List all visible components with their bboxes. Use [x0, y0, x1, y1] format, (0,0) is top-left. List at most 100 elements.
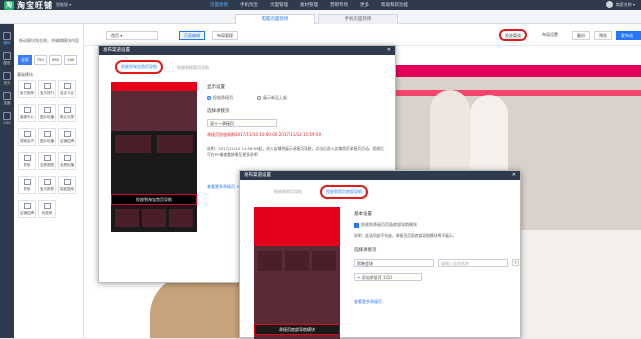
description-text: 说明：2017/11/10 11:59:59起，进入店铺将展示承接页导航，点击后…: [207, 146, 384, 157]
tab-mobile-decoration[interactable]: 手机页面装修: [318, 14, 398, 24]
tab-search-nav[interactable]: 投放到搜索页导航: [177, 65, 209, 71]
module-tile[interactable]: 搜索店内: [18, 128, 36, 146]
nav-mobile[interactable]: 手机淘宝: [240, 2, 258, 8]
avatar: [605, 1, 613, 8]
module-tile[interactable]: 自定义区: [58, 80, 76, 98]
page-edit-button[interactable]: 页面编辑: [179, 31, 205, 40]
phone-thumb: [285, 251, 309, 271]
tab-home-nav[interactable]: 投放到首页导航: [274, 189, 302, 195]
nav-marketing[interactable]: 营销专场: [330, 2, 348, 8]
module-tile[interactable]: 优惠券: [38, 200, 56, 218]
nav-material[interactable]: 素材管理: [300, 2, 318, 8]
nav-page-manage[interactable]: 页面管理: [270, 2, 288, 8]
select-landing-label: 选择承接页: [354, 248, 377, 253]
phone-thumb: [115, 209, 139, 227]
nav-more[interactable]: 更多: [360, 2, 369, 8]
module-tile[interactable]: 宝贝排行: [38, 80, 56, 98]
phone-banner: [254, 216, 340, 246]
module-icon: [63, 179, 71, 185]
layout-manage-button[interactable]: 布局管理: [212, 31, 238, 40]
landing-page-select[interactable]: 双十一承接页: [207, 119, 277, 127]
add-landing-button[interactable]: + 添加承接页 1/10: [354, 273, 422, 281]
phone-banner: [111, 91, 197, 131]
module-tile[interactable]: 默认分类: [58, 104, 76, 122]
phone-preview: 承接页底部导航模块: [254, 207, 340, 339]
header-icon: [3, 72, 11, 80]
module-tile[interactable]: 宝贝推荐: [18, 80, 36, 98]
radio-new-arrivals[interactable]: 展示新品上架: [257, 95, 287, 101]
phone-header: [111, 82, 197, 91]
module-tile[interactable]: 导航: [18, 152, 36, 170]
phone-thumb: [142, 209, 166, 227]
module-tile[interactable]: 导航: [18, 176, 36, 194]
rail-css[interactable]: CSS: [2, 112, 12, 125]
size-190[interactable]: 190: [64, 55, 78, 65]
layout-setting-button[interactable]: 布局设置: [538, 31, 562, 40]
bottom-nav-checkbox[interactable]: 投放到承接页页面底部导航模块: [354, 222, 417, 228]
backup-button[interactable]: 备份: [572, 31, 590, 40]
page-select[interactable]: 首页 ▾: [106, 31, 158, 40]
venue-name-input[interactable]: 请输入会场名称: [438, 259, 508, 267]
module-tile[interactable]: 智能搜索: [58, 176, 76, 194]
app-logo[interactable]: 淘 淘宝旺铺 智能版 ▾: [4, 0, 71, 10]
module-tile[interactable]: 全屏轮播: [58, 152, 76, 170]
rail-modules[interactable]: 模块: [2, 32, 12, 46]
tab-home-nav[interactable]: 投放到淘宝首页导航: [115, 60, 163, 74]
module-tile[interactable]: 店铺招牌: [58, 128, 76, 146]
module-tile[interactable]: 图片轮播: [38, 104, 56, 122]
module-tile[interactable]: 图片轮播: [38, 128, 56, 146]
venue-select[interactable]: 男装会场: [354, 259, 434, 267]
publish-button[interactable]: 发布站点: [616, 31, 641, 46]
size-990[interactable]: 990: [48, 55, 63, 65]
phone-header: [254, 207, 340, 216]
module-icon: [63, 131, 71, 137]
nav-page-decoration[interactable]: 页面装修: [210, 2, 228, 8]
module-tile[interactable]: 店铺招牌: [18, 200, 36, 218]
banner-pink-bar: [395, 65, 641, 77]
nav-help[interactable]: 帮助和新功能: [381, 2, 408, 8]
checkbox-icon: [354, 222, 359, 228]
grid-icon: [3, 32, 11, 40]
module-tiles: 宝贝推荐 宝贝排行 自定义区 客服中心 图片轮播 默认分类 搜索店内 图片轮播 …: [18, 80, 80, 218]
rail-header[interactable]: 页头: [2, 72, 12, 86]
module-tile[interactable]: 客服中心: [18, 104, 36, 122]
version-select[interactable]: 智能版 ▾: [56, 2, 71, 8]
module-tile[interactable]: 宝贝推荐: [38, 176, 56, 194]
module-tile[interactable]: 全屏宽图: [38, 152, 56, 170]
module-icon: [23, 155, 31, 161]
palette-icon: [3, 52, 11, 60]
module-icon: [23, 179, 31, 185]
radio-landing[interactable]: 投放承接页: [207, 95, 233, 101]
close-icon[interactable]: ✕: [387, 46, 391, 55]
more-landing-link[interactable]: 查看更多承接页 >: [207, 184, 240, 190]
more-landing-link[interactable]: 查看更多承接页: [354, 299, 382, 305]
phone-thumb: [312, 251, 336, 271]
module-icon: [23, 83, 31, 89]
size-750[interactable]: 750: [33, 55, 47, 65]
phone-thumb: [157, 135, 193, 153]
publish-channel-button[interactable]: 投放渠道: [499, 29, 527, 41]
size-all[interactable]: 全部: [18, 55, 32, 65]
radio-icon: [257, 96, 261, 100]
taobao-logo-icon: 淘: [4, 0, 14, 10]
page-icon: [3, 92, 11, 100]
close-icon[interactable]: ✕: [512, 171, 516, 180]
preview-button[interactable]: 预览: [594, 31, 612, 40]
tab-bottom-nav[interactable]: 投放到首页底部导航: [320, 185, 368, 199]
module-icon: [43, 179, 51, 185]
rail-page[interactable]: 页面: [2, 92, 12, 106]
dialog-title: 发布渠道设置: [99, 46, 395, 55]
tab-pc-decoration[interactable]: 电脑页面装修: [235, 14, 315, 24]
module-icon: [23, 107, 31, 113]
move-up-icon[interactable]: ↑: [512, 259, 519, 266]
rail-colors[interactable]: 配色: [2, 52, 12, 66]
panel-tip: 拖动模块到右侧，并编辑模块内容: [19, 38, 79, 43]
user-menu[interactable]: 商家名称 ▾: [605, 1, 635, 8]
app-title: 淘宝旺铺: [17, 0, 53, 10]
code-icon: [3, 112, 11, 120]
module-icon: [23, 203, 31, 209]
phone-bottom-nav: 承接页底部导航模块: [254, 324, 340, 335]
dialog-title: 发布渠道设置: [240, 171, 520, 180]
banner-red-strip: [395, 90, 641, 96]
module-icon: [43, 155, 51, 161]
